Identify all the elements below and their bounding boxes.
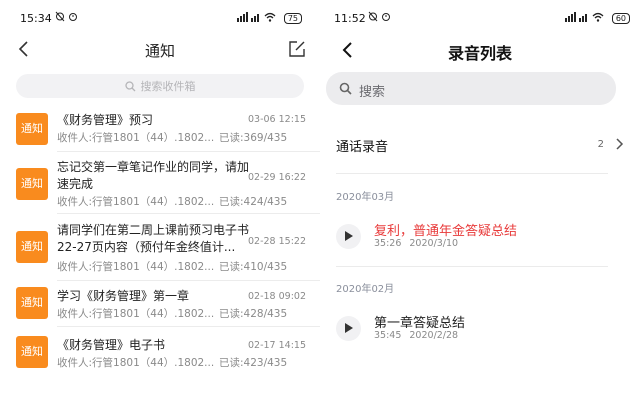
status-time: 15:34: [20, 12, 52, 25]
notice-title: 忘记交第一章笔记作业的同学，请加速完成: [57, 160, 250, 191]
recording-item[interactable]: 复利，普通年金答疑总结 35:26 2020/3/10: [336, 218, 624, 258]
notice-date: 02-18 09:02: [247, 291, 306, 302]
play-button[interactable]: [336, 224, 361, 249]
notice-date: 02-28 15:22: [247, 236, 306, 247]
recording-item[interactable]: 第一章答疑总结 35:45 2020/2/28: [336, 310, 624, 350]
signal-wifi-icon: [564, 12, 604, 22]
search-input[interactable]: 搜索收件箱: [16, 74, 304, 98]
notice-read-count: 已读:424/435: [219, 196, 288, 208]
month-header: 2020年03月: [336, 192, 395, 203]
signal-wifi-icon: [236, 12, 276, 22]
notice-read-count: 已读:428/435: [219, 308, 288, 320]
status-right: 75: [236, 12, 302, 25]
recording-duration: 35:45: [374, 330, 402, 341]
call-recording-label: 通话录音: [336, 140, 389, 155]
compose-icon[interactable]: [288, 40, 306, 58]
notice-title: 《财务管理》电子书: [57, 338, 166, 352]
notice-badge: 通知: [16, 168, 48, 200]
notice-meta: 收件人:行管1801（44）.1802... 已读:423/435: [57, 355, 306, 370]
notice-item[interactable]: 通知 请同学们在第二周上课前预习电子书22-27页内容（预付年金终值计... 0…: [0, 214, 320, 281]
play-button[interactable]: [336, 316, 361, 341]
play-icon: [345, 231, 353, 241]
notice-recipients: 收件人:行管1801（44）.1802...: [57, 357, 215, 369]
recording-date: 2020/2/28: [409, 330, 459, 341]
status-right: 60: [564, 12, 630, 25]
notice-badge: 通知: [16, 113, 48, 145]
status-icons: [368, 11, 394, 25]
notice-title: 请同学们在第二周上课前预习电子书22-27页内容（预付年金终值计...: [57, 223, 250, 254]
notice-date: 02-17 14:15: [247, 340, 306, 351]
notice-recipients: 收件人:行管1801（44）.1802...: [57, 196, 215, 208]
recording-screen: 11:52 60 录音列表 搜索 通话录音 2 2020年03月 复利，普通年金…: [320, 0, 640, 398]
notice-recipients: 收件人:行管1801（44）.1802...: [57, 132, 215, 144]
notice-item[interactable]: 通知 学习《财务管理》第一章 02-18 09:02 收件人:行管1801（44…: [0, 281, 320, 327]
status-icons: [55, 11, 81, 25]
recording-date: 2020/3/10: [409, 238, 459, 249]
notice-date: 02-29 16:22: [247, 172, 306, 183]
header: 通知: [0, 34, 320, 64]
status-bar: 11:52 60: [320, 10, 640, 26]
battery-indicator: 75: [283, 13, 302, 24]
notice-title: 《财务管理》预习: [57, 113, 154, 127]
mute-alarm-icon: [55, 11, 77, 22]
notice-item[interactable]: 通知 《财务管理》预习 03-06 12:15 收件人:行管1801（44）.1…: [0, 108, 320, 152]
notice-item[interactable]: 通知 《财务管理》电子书 02-17 14:15 收件人:行管1801（44）.…: [0, 327, 320, 373]
header: 录音列表: [320, 36, 640, 66]
screenshot-pair: 15:34 75 通知 搜索收件箱 通知 《财务管理》预习 03-06 12:1…: [0, 0, 640, 398]
battery-indicator: 60: [611, 13, 630, 24]
page-title: 录音列表: [447, 44, 512, 63]
play-icon: [345, 323, 353, 333]
call-recording-count: 2: [597, 139, 604, 150]
search-placeholder: 搜索收件箱: [140, 80, 196, 93]
notice-read-count: 已读:410/435: [219, 261, 288, 273]
notice-recipients: 收件人:行管1801（44）.1802...: [57, 261, 215, 273]
chevron-right-icon: [616, 138, 624, 150]
notice-meta: 收件人:行管1801（44）.1802... 已读:369/435: [57, 130, 306, 145]
recording-duration: 35:26: [374, 238, 402, 249]
notice-screen: 15:34 75 通知 搜索收件箱 通知 《财务管理》预习 03-06 12:1…: [0, 0, 320, 398]
notice-meta: 收件人:行管1801（44）.1802... 已读:410/435: [57, 259, 306, 274]
notice-item[interactable]: 通知 忘记交第一章笔记作业的同学，请加速完成 02-29 16:22 收件人:行…: [0, 152, 320, 214]
notice-meta: 收件人:行管1801（44）.1802... 已读:424/435: [57, 194, 306, 209]
recording-meta: 35:26 2020/3/10: [374, 238, 458, 249]
notice-title: 学习《财务管理》第一章: [57, 289, 190, 303]
recording-title: 第一章答疑总结: [374, 316, 466, 331]
notice-read-count: 已读:423/435: [219, 357, 288, 369]
notice-read-count: 已读:369/435: [219, 132, 288, 144]
notice-date: 03-06 12:15: [247, 114, 306, 125]
search-icon: [339, 82, 352, 95]
recording-title: 复利，普通年金答疑总结: [374, 224, 518, 239]
notice-badge: 通知: [16, 287, 48, 319]
notice-meta: 收件人:行管1801（44）.1802... 已读:428/435: [57, 306, 306, 321]
status-bar: 15:34 75: [0, 10, 320, 26]
divider: [336, 173, 608, 174]
search-placeholder: 搜索: [359, 85, 386, 100]
mute-alarm-icon: [368, 11, 390, 22]
notice-recipients: 收件人:行管1801（44）.1802...: [57, 308, 215, 320]
divider: [336, 266, 608, 267]
call-recording-row[interactable]: 通话录音 2: [336, 126, 624, 162]
recording-meta: 35:45 2020/2/28: [374, 330, 458, 341]
page-title: 通知: [144, 42, 175, 60]
notice-badge: 通知: [16, 231, 48, 263]
search-input[interactable]: 搜索: [326, 72, 616, 105]
month-header: 2020年02月: [336, 284, 395, 295]
notice-badge: 通知: [16, 336, 48, 368]
search-icon: [124, 81, 135, 92]
status-time: 11:52: [334, 12, 366, 25]
